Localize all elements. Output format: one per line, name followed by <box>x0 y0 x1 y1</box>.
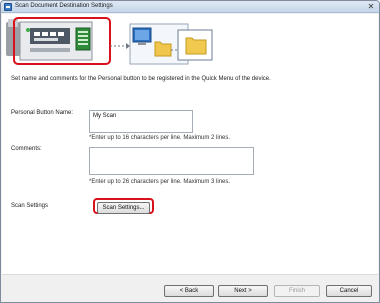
footer-bar: < Back Next > Finish Cancel <box>2 274 378 302</box>
comments-input[interactable] <box>89 147 254 175</box>
comments-label: Comments: <box>11 146 42 152</box>
cancel-button[interactable]: Cancel <box>326 285 372 297</box>
wizard-banner <box>6 17 213 65</box>
app-icon <box>4 3 12 11</box>
instruction-text: Set name and comments for the Personal b… <box>11 76 271 82</box>
device-panel-icon <box>6 17 111 65</box>
dialog-window: Scan Document Destination Settings ✕ Set… <box>0 0 380 303</box>
comments-hint: *Enter up to 26 characters per line. Max… <box>89 179 231 185</box>
title-bar: Scan Document Destination Settings ✕ <box>1 1 379 13</box>
scan-settings-label: Scan Settings <box>11 203 49 209</box>
personal-button-name-input[interactable]: My Scan <box>89 110 193 133</box>
close-icon[interactable]: ✕ <box>366 2 376 11</box>
next-button[interactable]: Next > <box>218 285 268 297</box>
personal-button-name-hint: *Enter up to 16 characters per line. Max… <box>89 135 231 141</box>
window-title: Scan Document Destination Settings <box>15 3 113 9</box>
scan-settings-button[interactable]: Scan Settings... <box>97 202 150 214</box>
dialog-content: Set name and comments for the Personal b… <box>2 14 378 274</box>
finish-button: Finish <box>274 285 320 297</box>
personal-button-name-label: Personal Button Name: <box>11 110 74 116</box>
back-button[interactable]: < Back <box>164 285 214 297</box>
